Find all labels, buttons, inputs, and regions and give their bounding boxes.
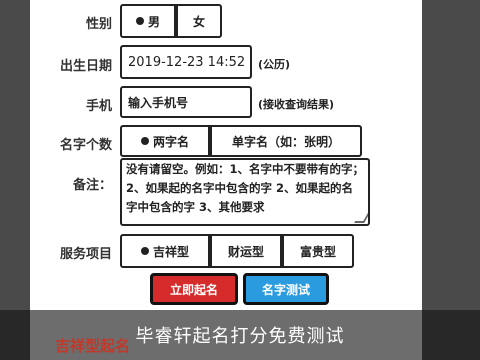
radio-selected-icon xyxy=(140,247,149,255)
name-option-double[interactable]: 两字名 xyxy=(120,125,210,157)
birth-label: 出生日期 xyxy=(59,59,112,74)
remark-label: 备注： xyxy=(72,178,112,193)
name-count-label: 名字个数 xyxy=(59,138,112,153)
phone-note: (接收查询结果) xyxy=(258,98,335,111)
birth-date-input[interactable]: 2019-12-23 14:52 xyxy=(120,45,252,79)
service-option-wealth[interactable]: 财运型 xyxy=(210,234,282,268)
remark-textarea[interactable]: 没有请留空。例如：1、名字中不要带有的字；2、如果起的名字中包含的字 2、如果起… xyxy=(120,158,370,226)
phone-label: 手机 xyxy=(85,99,112,114)
test-button[interactable]: 名字测试 xyxy=(243,273,329,305)
service-label: 服务项目 xyxy=(59,247,112,262)
resize-handle-icon[interactable] xyxy=(354,213,368,223)
name-option-single[interactable]: 单字名（如：张明） xyxy=(210,125,362,157)
gender-label: 性别 xyxy=(85,17,112,32)
calendar-note: (公历) xyxy=(258,58,291,71)
service-option-rich[interactable]: 富贵型 xyxy=(282,234,354,268)
gender-option-female[interactable]: 女 xyxy=(176,4,222,38)
service-option-lucky[interactable]: 吉祥型 xyxy=(120,234,210,268)
banner-text: 毕睿轩起名打分免费测试 xyxy=(135,326,345,347)
phone-input[interactable]: 输入手机号 xyxy=(120,86,252,118)
radio-selected-icon xyxy=(135,17,144,25)
radio-selected-icon xyxy=(140,137,149,145)
submit-button[interactable]: 立即起名 xyxy=(150,273,238,305)
gender-option-male[interactable]: 男 xyxy=(120,4,176,38)
